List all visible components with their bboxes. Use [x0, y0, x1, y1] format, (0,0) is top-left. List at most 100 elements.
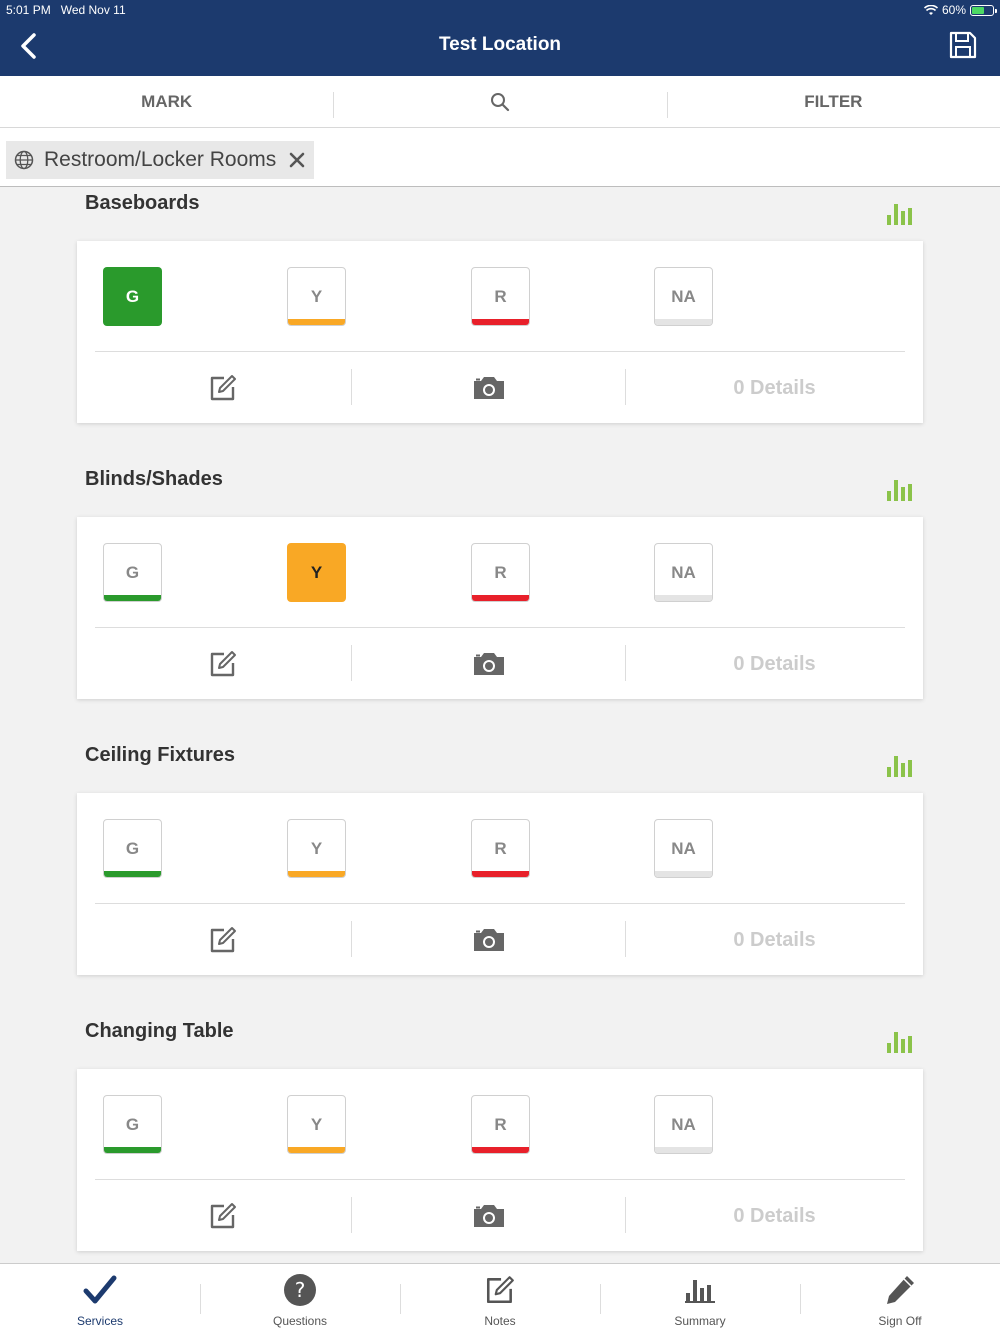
rating-label: R — [494, 562, 507, 582]
battery-percent: 60% — [941, 3, 966, 17]
filter-bar: Restroom/Locker Rooms — [0, 128, 1000, 187]
edit-note-icon — [210, 375, 236, 401]
add-photo-button[interactable] — [352, 645, 625, 683]
details-count: 0 Details — [733, 652, 816, 675]
remove-filter-button[interactable] — [286, 149, 308, 171]
service-section: Baseboards G Y R NA 0 Details — [0, 187, 1000, 463]
page-title: Test Location — [438, 34, 562, 55]
rating-red-button[interactable]: R — [471, 543, 530, 602]
card-divider — [95, 351, 905, 352]
rating-label: R — [494, 286, 507, 306]
tab-sign-off[interactable]: Sign Off — [800, 1264, 1000, 1334]
details-button[interactable]: 0 Details — [626, 369, 923, 407]
question-icon: ? — [282, 1272, 318, 1308]
rating-label: G — [125, 286, 140, 306]
details-button[interactable]: 0 Details — [626, 1197, 923, 1235]
camera-icon — [473, 377, 504, 399]
rating-label: G — [125, 562, 140, 582]
rating-label: G — [125, 838, 140, 858]
rating-label: Y — [310, 562, 323, 582]
section-title: Baseboards — [85, 192, 200, 214]
rating-na-button[interactable]: NA — [654, 267, 713, 326]
details-count: 0 Details — [733, 1204, 816, 1227]
services-list[interactable]: Baseboards G Y R NA 0 Details Blinds/Sha… — [0, 187, 1000, 1263]
card-divider — [95, 903, 905, 904]
card-divider — [95, 1179, 905, 1180]
globe-icon — [14, 150, 34, 170]
rating-yellow-button[interactable]: Y — [287, 819, 346, 878]
filter-chip[interactable]: Restroom/Locker Rooms — [6, 141, 315, 179]
camera-icon — [473, 653, 504, 675]
svg-text:?: ? — [295, 1278, 306, 1302]
rating-green-button[interactable]: G — [103, 819, 162, 878]
mark-tab-label: MARK — [141, 91, 193, 111]
service-section: Blinds/Shades G Y R NA 0 Details — [0, 463, 1000, 739]
rating-label: Y — [310, 838, 323, 858]
save-button[interactable] — [948, 30, 980, 62]
filter-chip-label: Restroom/Locker Rooms — [44, 148, 277, 171]
tab-label: Notes — [484, 1314, 516, 1328]
details-button[interactable]: 0 Details — [626, 921, 923, 959]
rating-red-button[interactable]: R — [471, 267, 530, 326]
tab-summary[interactable]: Summary — [600, 1264, 800, 1334]
rating-yellow-button[interactable]: Y — [287, 1095, 346, 1154]
add-photo-button[interactable] — [352, 1197, 625, 1235]
card-divider — [95, 627, 905, 628]
checkmark-icon — [82, 1272, 118, 1308]
add-photo-button[interactable] — [352, 921, 625, 959]
filter-tab-label: FILTER — [804, 91, 863, 111]
rating-na-button[interactable]: NA — [654, 1095, 713, 1154]
tab-label: Sign Off — [878, 1314, 922, 1328]
rating-yellow-button[interactable]: Y — [287, 543, 346, 602]
pen-icon — [882, 1272, 918, 1308]
tab-label: Summary — [674, 1314, 726, 1328]
tab-bar: Services ? Questions Notes Summary Sign … — [0, 1263, 1000, 1334]
details-count: 0 Details — [733, 376, 816, 399]
rating-na-button[interactable]: NA — [654, 819, 713, 878]
tab-notes[interactable]: Notes — [400, 1264, 600, 1334]
bar-chart-icon[interactable] — [886, 1029, 914, 1053]
tab-services[interactable]: Services — [0, 1264, 200, 1334]
details-count: 0 Details — [733, 928, 816, 951]
rating-label: NA — [671, 286, 696, 306]
search-icon — [490, 92, 510, 111]
service-card: G Y R NA 0 Details — [77, 793, 923, 975]
add-note-button[interactable] — [95, 921, 351, 959]
segment-bar: MARK FILTER — [0, 76, 1000, 128]
section-title: Blinds/Shades — [85, 468, 223, 490]
add-note-button[interactable] — [95, 645, 351, 683]
rating-label: Y — [310, 1114, 323, 1134]
section-title: Changing Table — [85, 1020, 234, 1042]
rating-label: Y — [310, 286, 323, 306]
rating-na-button[interactable]: NA — [654, 543, 713, 602]
add-note-button[interactable] — [95, 1197, 351, 1235]
section-title: Ceiling Fixtures — [85, 744, 236, 766]
service-section: Changing Table G Y R NA 0 Details — [0, 1015, 1000, 1263]
bar-chart-icon[interactable] — [886, 201, 914, 225]
rating-yellow-button[interactable]: Y — [287, 267, 346, 326]
mark-tab[interactable]: MARK — [0, 76, 333, 127]
rating-green-button[interactable]: G — [103, 543, 162, 602]
bar-chart-icon[interactable] — [886, 753, 914, 777]
tab-label: Services — [76, 1314, 123, 1328]
wifi-icon — [923, 4, 938, 15]
details-button[interactable]: 0 Details — [626, 645, 923, 683]
rating-green-button[interactable]: G — [103, 267, 162, 326]
tab-questions[interactable]: ? Questions — [200, 1264, 400, 1334]
battery-icon — [970, 4, 997, 16]
status-indicators: 60% — [923, 3, 997, 17]
rating-red-button[interactable]: R — [471, 1095, 530, 1154]
bar-chart-icon[interactable] — [886, 477, 914, 501]
floppy-disk-icon — [949, 31, 977, 59]
service-card: G Y R NA 0 Details — [77, 1069, 923, 1251]
add-note-button[interactable] — [95, 369, 351, 407]
rating-red-button[interactable]: R — [471, 819, 530, 878]
bar-chart-icon — [682, 1272, 718, 1308]
search-button[interactable] — [333, 76, 666, 127]
rating-label: NA — [671, 1114, 696, 1134]
add-photo-button[interactable] — [352, 369, 625, 407]
rating-label: G — [125, 1114, 140, 1134]
rating-green-button[interactable]: G — [103, 1095, 162, 1154]
service-card: G Y R NA 0 Details — [77, 241, 923, 423]
filter-tab[interactable]: FILTER — [666, 76, 1000, 127]
